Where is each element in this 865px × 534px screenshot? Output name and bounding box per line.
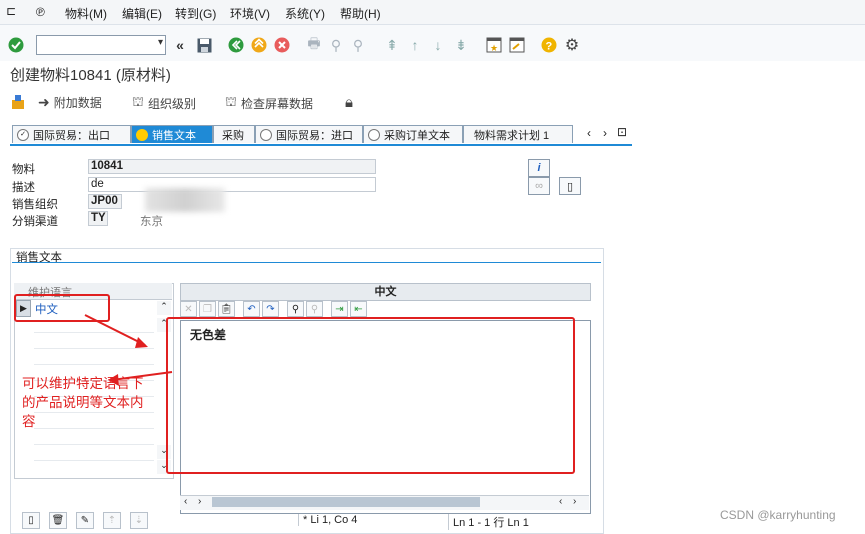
- tab-foreign-trade-import[interactable]: 国际贸易：进口: [255, 125, 363, 143]
- list-item[interactable]: [34, 444, 154, 461]
- hierarchy-icon: ⛫: [132, 94, 144, 109]
- dist-channel-field: TY: [88, 211, 108, 226]
- scroll-right-icon[interactable]: ›: [573, 496, 576, 507]
- menu-goto[interactable]: 转到(G): [175, 5, 216, 22]
- tab-list-icon[interactable]: ⊡: [617, 125, 627, 139]
- application-toolbar: ➜ 附加数据 ⛫ 组织级别 ⛫ 检查屏幕数据 🔒︎: [0, 90, 865, 116]
- tab-purchasing[interactable]: 采购: [213, 125, 255, 143]
- dist-channel-label: 分销渠道: [12, 216, 58, 228]
- lock-icon[interactable]: 🔒︎: [345, 94, 353, 111]
- status-icon: [136, 128, 148, 141]
- find-next-icon[interactable]: ⚲: [349, 36, 367, 54]
- export-icon[interactable]: ⇤: [350, 301, 367, 317]
- description-field[interactable]: de: [88, 177, 376, 192]
- create-session-icon[interactable]: ★: [485, 36, 503, 54]
- status-icon: [368, 128, 380, 141]
- menu-material[interactable]: 物料(M): [65, 5, 107, 22]
- tab-mrp-1[interactable]: 物料需求计划 1: [463, 125, 573, 143]
- paste-icon[interactable]: 📋︎: [218, 301, 235, 317]
- dist-channel-desc: 东京: [140, 216, 163, 228]
- delete-icon[interactable]: 🗑︎: [49, 512, 67, 529]
- status-icon: [260, 128, 272, 141]
- status-icon: ✓: [17, 128, 29, 141]
- svg-text:★: ★: [490, 43, 498, 53]
- glasses-icon[interactable]: ∞: [528, 177, 550, 195]
- line-info: Ln 1 - 1 行 Ln 1: [448, 514, 529, 530]
- new-document-icon[interactable]: ▯: [22, 512, 40, 529]
- tab-scroll-left-icon[interactable]: ‹: [587, 126, 591, 140]
- scroll-left-icon[interactable]: ‹: [559, 496, 562, 507]
- menu-environment[interactable]: 环境(V): [230, 5, 270, 22]
- sap-logo-icon[interactable]: ℗: [36, 5, 45, 19]
- edit-icon[interactable]: ✎: [76, 512, 94, 529]
- scroll-right-icon[interactable]: ›: [198, 496, 201, 507]
- tab-scroll-right-icon[interactable]: ›: [603, 126, 607, 140]
- find-icon[interactable]: ⚲: [327, 36, 345, 54]
- scroll-left-icon[interactable]: ‹: [184, 496, 187, 507]
- last-page-icon[interactable]: ⇟: [452, 36, 470, 54]
- material-field: 10841: [88, 159, 376, 174]
- prev-page-icon[interactable]: ↑: [406, 36, 424, 54]
- highlight-box-editor: [166, 317, 575, 474]
- cursor-position: * Li 1, Co 4: [298, 514, 357, 526]
- menu-bar: ⊏ ℗ 物料(M) 编辑(E) 转到(G) 环境(V) 系统(Y) 帮助(H): [0, 0, 865, 25]
- check-screen-data-button[interactable]: ⛫ 检查屏幕数据: [225, 94, 313, 112]
- help-icon[interactable]: ?: [540, 36, 558, 54]
- undo-icon[interactable]: ↶: [243, 301, 260, 317]
- menu-system[interactable]: 系统(Y): [285, 5, 325, 22]
- tab-sales-text[interactable]: 销售文本: [131, 125, 213, 143]
- print-icon[interactable]: 🖶: [305, 35, 323, 54]
- sales-org-label: 销售组织: [12, 199, 58, 211]
- move-up-icon[interactable]: ⇡: [103, 512, 121, 529]
- menu-icon[interactable]: ⊏: [6, 4, 16, 18]
- cut-icon[interactable]: ✕: [180, 301, 197, 317]
- material-label: 物料: [12, 164, 35, 176]
- enter-icon[interactable]: [7, 36, 25, 54]
- nav-back-icon[interactable]: [227, 36, 245, 54]
- import-icon[interactable]: ⇥: [331, 301, 348, 317]
- redo-icon[interactable]: ↷: [262, 301, 279, 317]
- scrollbar-thumb[interactable]: [212, 497, 480, 507]
- editor-status-bar: * Li 1, Co 4 Ln 1 - 1 行 Ln 1: [180, 513, 589, 530]
- check-icon: ⛫: [225, 94, 237, 109]
- find-next-icon[interactable]: ⚲: [306, 301, 323, 317]
- info-icon[interactable]: i: [528, 159, 550, 177]
- menu-help[interactable]: 帮助(H): [340, 5, 381, 22]
- move-down-icon[interactable]: ⇣: [130, 512, 148, 529]
- copy-icon[interactable]: ❐: [199, 301, 216, 317]
- section-divider: [12, 262, 601, 263]
- cancel-icon[interactable]: [273, 36, 291, 54]
- chevron-down-icon[interactable]: ▾: [158, 37, 163, 48]
- org-levels-button[interactable]: ⛫ 组织级别: [132, 94, 196, 112]
- exit-icon[interactable]: [250, 36, 268, 54]
- arrow-right-icon: ➜: [38, 94, 50, 110]
- tab-foreign-trade-export[interactable]: ✓ 国际贸易：出口: [12, 125, 131, 143]
- menu-edit[interactable]: 编辑(E): [122, 5, 162, 22]
- additional-data-button[interactable]: ➜ 附加数据: [38, 94, 102, 111]
- command-field[interactable]: ▾: [36, 35, 166, 55]
- svg-text:?: ?: [546, 41, 553, 53]
- save-icon[interactable]: [195, 36, 213, 54]
- settings-icon[interactable]: ⚙: [563, 36, 581, 54]
- first-page-icon[interactable]: ⇞: [383, 36, 401, 54]
- document-icon[interactable]: ▯: [559, 177, 581, 195]
- description-label: 描述: [12, 182, 35, 194]
- annotation-text: 可以维护特定语言下的产品说明等文本内容: [22, 376, 144, 429]
- find-icon[interactable]: ⚲: [287, 301, 304, 317]
- editor-header: 中文: [180, 283, 591, 301]
- tab-purchase-order-text[interactable]: 采购订单文本: [363, 125, 463, 143]
- watermark: CSDN @karryhunting: [720, 508, 836, 522]
- page-title: 创建物料10841 (原材料): [10, 67, 171, 84]
- shortcut-icon[interactable]: [508, 36, 526, 54]
- back-icon[interactable]: «: [171, 36, 189, 54]
- next-page-icon[interactable]: ↓: [429, 36, 447, 54]
- sales-org-field: JP00: [88, 194, 122, 209]
- redacted-area: [145, 188, 225, 212]
- org-icon[interactable]: [10, 94, 26, 110]
